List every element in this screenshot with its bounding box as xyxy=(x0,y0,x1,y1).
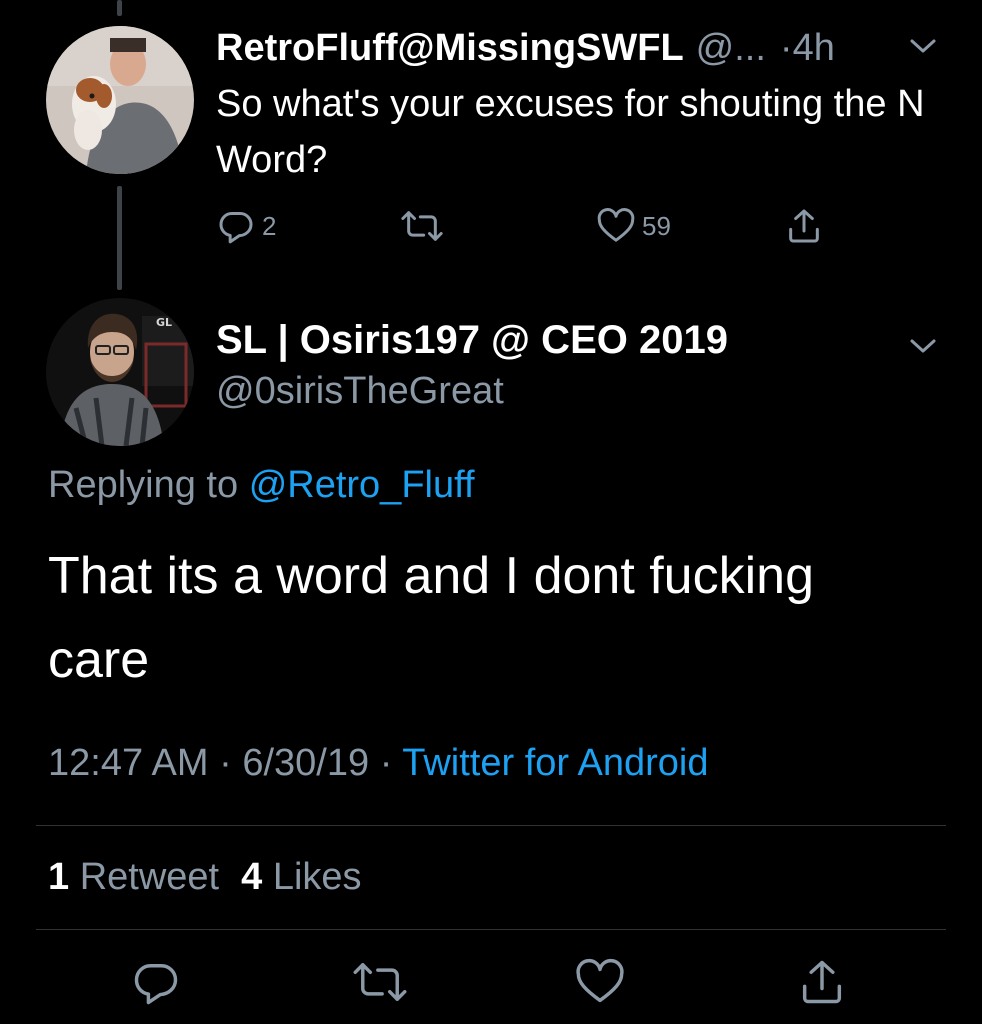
parent-tweet-text: So what's your excuses for shouting the … xyxy=(216,83,925,181)
retweets-label: Retweet xyxy=(79,856,220,898)
tweet-source-link[interactable]: Twitter for Android xyxy=(402,742,708,784)
likes-label: Likes xyxy=(272,856,362,898)
like-button[interactable] xyxy=(574,956,626,1008)
reply-handle[interactable]: @0sirisTheGreat xyxy=(216,370,504,413)
parent-like-button[interactable]: 59 xyxy=(596,202,671,250)
parent-tweet-header: RetroFluff@MissingSWFL @... ·4h xyxy=(216,22,946,74)
reply-avatar[interactable]: GL xyxy=(46,298,194,446)
meta-separator: · xyxy=(219,742,232,784)
parent-timestamp[interactable]: ·4h xyxy=(780,27,835,70)
thread-line-top xyxy=(117,0,122,16)
tweet-stats: 1 Retweet 4 Likes xyxy=(48,856,362,899)
reply-icon xyxy=(216,206,256,246)
parent-reply-button[interactable]: 2 xyxy=(216,202,276,250)
replying-to-label: Replying to xyxy=(48,464,239,506)
reply-display-name[interactable]: SL | Osiris197 @ CEO 2019 xyxy=(216,318,728,363)
replying-to-line: Replying to @Retro_Fluff xyxy=(48,464,475,507)
parent-retweet-button[interactable] xyxy=(400,202,450,250)
share-icon xyxy=(796,960,848,1012)
reply-action-bar xyxy=(0,952,982,1012)
chevron-down-icon[interactable] xyxy=(908,36,938,56)
parent-reply-count: 2 xyxy=(262,210,277,241)
retweets-count: 1 xyxy=(48,856,70,898)
share-button[interactable] xyxy=(796,956,848,1008)
tweet-meta: 12:47 AM · 6/30/19 · Twitter for Android xyxy=(48,742,708,785)
parent-like-count: 59 xyxy=(642,210,671,241)
likes-stat[interactable]: 4 Likes xyxy=(241,856,361,898)
parent-avatar[interactable] xyxy=(46,26,194,174)
retweets-stat[interactable]: 1 Retweet xyxy=(48,856,219,898)
avatar-badge: GL xyxy=(156,316,172,329)
divider xyxy=(36,929,946,930)
retweet-button[interactable] xyxy=(352,956,407,1008)
chevron-down-icon[interactable] xyxy=(908,336,938,356)
tweet-detail-page: RetroFluff@MissingSWFL @... ·4h So what'… xyxy=(0,0,982,1024)
heart-icon xyxy=(574,958,626,1012)
replying-to-mention[interactable]: @Retro_Fluff xyxy=(249,464,475,506)
tweet-date: 6/30/19 xyxy=(242,742,370,784)
reply-button[interactable] xyxy=(130,956,182,1008)
likes-count: 4 xyxy=(241,856,263,898)
tweet-time: 12:47 AM xyxy=(48,742,209,784)
reply-tweet-text: That its a word and I dont fucking care xyxy=(48,547,814,689)
retweet-icon xyxy=(400,206,444,246)
parent-handle[interactable]: @... xyxy=(696,27,766,70)
heart-icon xyxy=(596,206,636,246)
thread-line xyxy=(117,186,122,290)
divider xyxy=(36,825,946,826)
retweet-icon xyxy=(352,963,408,1012)
share-icon xyxy=(784,206,824,246)
parent-share-button[interactable] xyxy=(784,202,824,250)
parent-display-name[interactable]: RetroFluff@MissingSWFL xyxy=(216,27,684,70)
meta-separator: · xyxy=(379,742,393,784)
reply-icon xyxy=(130,964,182,1012)
parent-action-bar: 2 59 xyxy=(216,202,836,250)
